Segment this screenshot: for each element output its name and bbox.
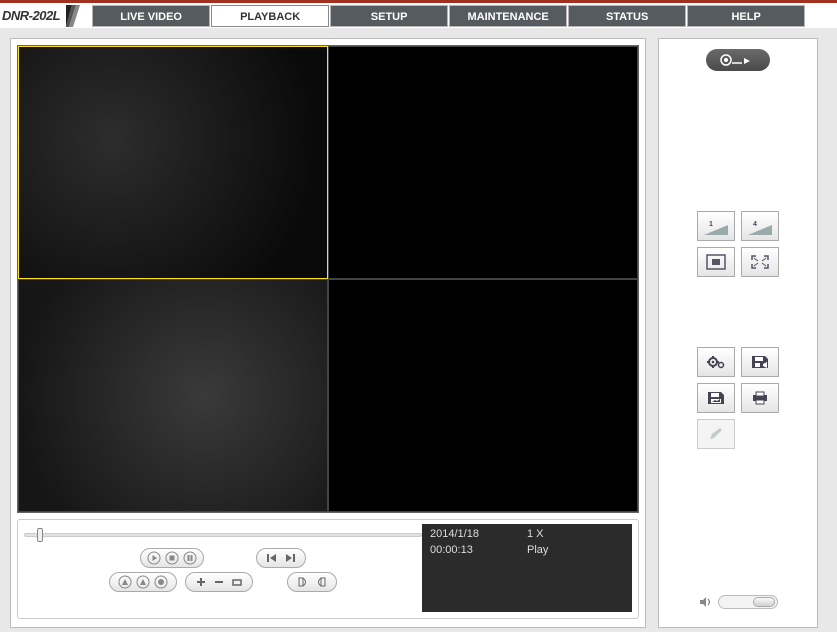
step-back-button[interactable]	[265, 551, 279, 565]
open-recording-button[interactable]	[706, 49, 770, 71]
info-speed: 1 X	[527, 528, 624, 544]
quad-view-icon: 4	[748, 217, 772, 235]
info-date: 2014/1/18	[430, 528, 527, 544]
record-button[interactable]	[154, 575, 168, 589]
pencil-icon	[707, 426, 725, 442]
step-forward-button[interactable]	[283, 551, 297, 565]
tab-setup[interactable]: SETUP	[330, 5, 448, 27]
play-button[interactable]	[147, 551, 161, 565]
model-label: DNR-202L	[0, 8, 66, 23]
cue-group	[109, 572, 177, 592]
tab-status[interactable]: STATUS	[568, 5, 686, 27]
main-panel: 2014/1/18 1 X 00:00:13 Play	[10, 38, 646, 628]
tab-playback[interactable]: PLAYBACK	[211, 5, 329, 27]
zoom-group	[185, 572, 253, 592]
scrub-track[interactable]	[24, 533, 422, 537]
fullscreen-icon	[750, 254, 770, 270]
video-thumb-3	[19, 280, 327, 511]
actual-size-button[interactable]	[697, 247, 735, 277]
single-view-icon: 1	[704, 217, 728, 235]
svg-text:1: 1	[709, 221, 713, 228]
controls-left	[24, 524, 422, 612]
video-cell-3[interactable]	[18, 279, 328, 512]
transport-main-group	[140, 548, 204, 568]
zoom-in-button[interactable]	[194, 575, 208, 589]
playback-info: 2014/1/18 1 X 00:00:13 Play	[422, 524, 632, 612]
layout-single-button[interactable]: 1	[697, 211, 735, 241]
info-elapsed: 00:00:13	[430, 544, 527, 560]
dewarp-button[interactable]	[296, 575, 310, 589]
zoom-out-button[interactable]	[212, 575, 226, 589]
dewarp-group	[287, 572, 337, 592]
save-image-button[interactable]	[697, 383, 735, 413]
gear-icon	[706, 354, 726, 370]
zoom-reset-button[interactable]	[230, 575, 244, 589]
volume-control	[669, 595, 807, 609]
info-state: Play	[527, 544, 624, 560]
save-image-icon	[706, 390, 726, 406]
settings-button[interactable]	[697, 347, 735, 377]
dewarp-alt-button[interactable]	[314, 575, 328, 589]
video-grid	[17, 45, 639, 513]
cue-out-button[interactable]	[136, 575, 150, 589]
save-video-button[interactable]	[741, 347, 779, 377]
svg-text:4: 4	[753, 221, 757, 228]
workspace: 2014/1/18 1 X 00:00:13 Play 1	[0, 28, 837, 628]
actual-size-icon	[706, 254, 726, 270]
nav-tabs: LIVE VIDEO PLAYBACK SETUP MAINTENANCE ST…	[92, 5, 806, 27]
step-group	[256, 548, 306, 568]
layout-quad-button[interactable]: 4	[741, 211, 779, 241]
tool-buttons	[697, 347, 779, 449]
cue-in-button[interactable]	[118, 575, 132, 589]
stop-button[interactable]	[165, 551, 179, 565]
pause-button[interactable]	[183, 551, 197, 565]
print-icon	[750, 390, 770, 406]
scrub-thumb[interactable]	[37, 528, 43, 542]
tab-maintenance[interactable]: MAINTENANCE	[449, 5, 567, 27]
speaker-icon	[698, 595, 712, 609]
fullscreen-button[interactable]	[741, 247, 779, 277]
video-cell-4[interactable]	[328, 279, 638, 512]
film-reel-open-icon	[718, 53, 758, 67]
volume-knob[interactable]	[753, 597, 775, 607]
video-cell-2[interactable]	[328, 46, 638, 279]
top-bar: DNR-202L LIVE VIDEO PLAYBACK SETUP MAINT…	[0, 0, 837, 28]
tab-help[interactable]: HELP	[687, 5, 805, 27]
video-cell-1[interactable]	[18, 46, 328, 279]
slashes-decor	[66, 5, 90, 27]
tab-live-video[interactable]: LIVE VIDEO	[92, 5, 210, 27]
print-button[interactable]	[741, 383, 779, 413]
video-thumb-1	[19, 47, 327, 278]
edit-button	[697, 419, 735, 449]
playback-controls: 2014/1/18 1 X 00:00:13 Play	[17, 519, 639, 619]
volume-slider[interactable]	[718, 595, 778, 609]
sidebar: 1 4	[658, 38, 818, 628]
save-video-icon	[750, 354, 770, 370]
layout-buttons: 1 4	[697, 211, 779, 277]
